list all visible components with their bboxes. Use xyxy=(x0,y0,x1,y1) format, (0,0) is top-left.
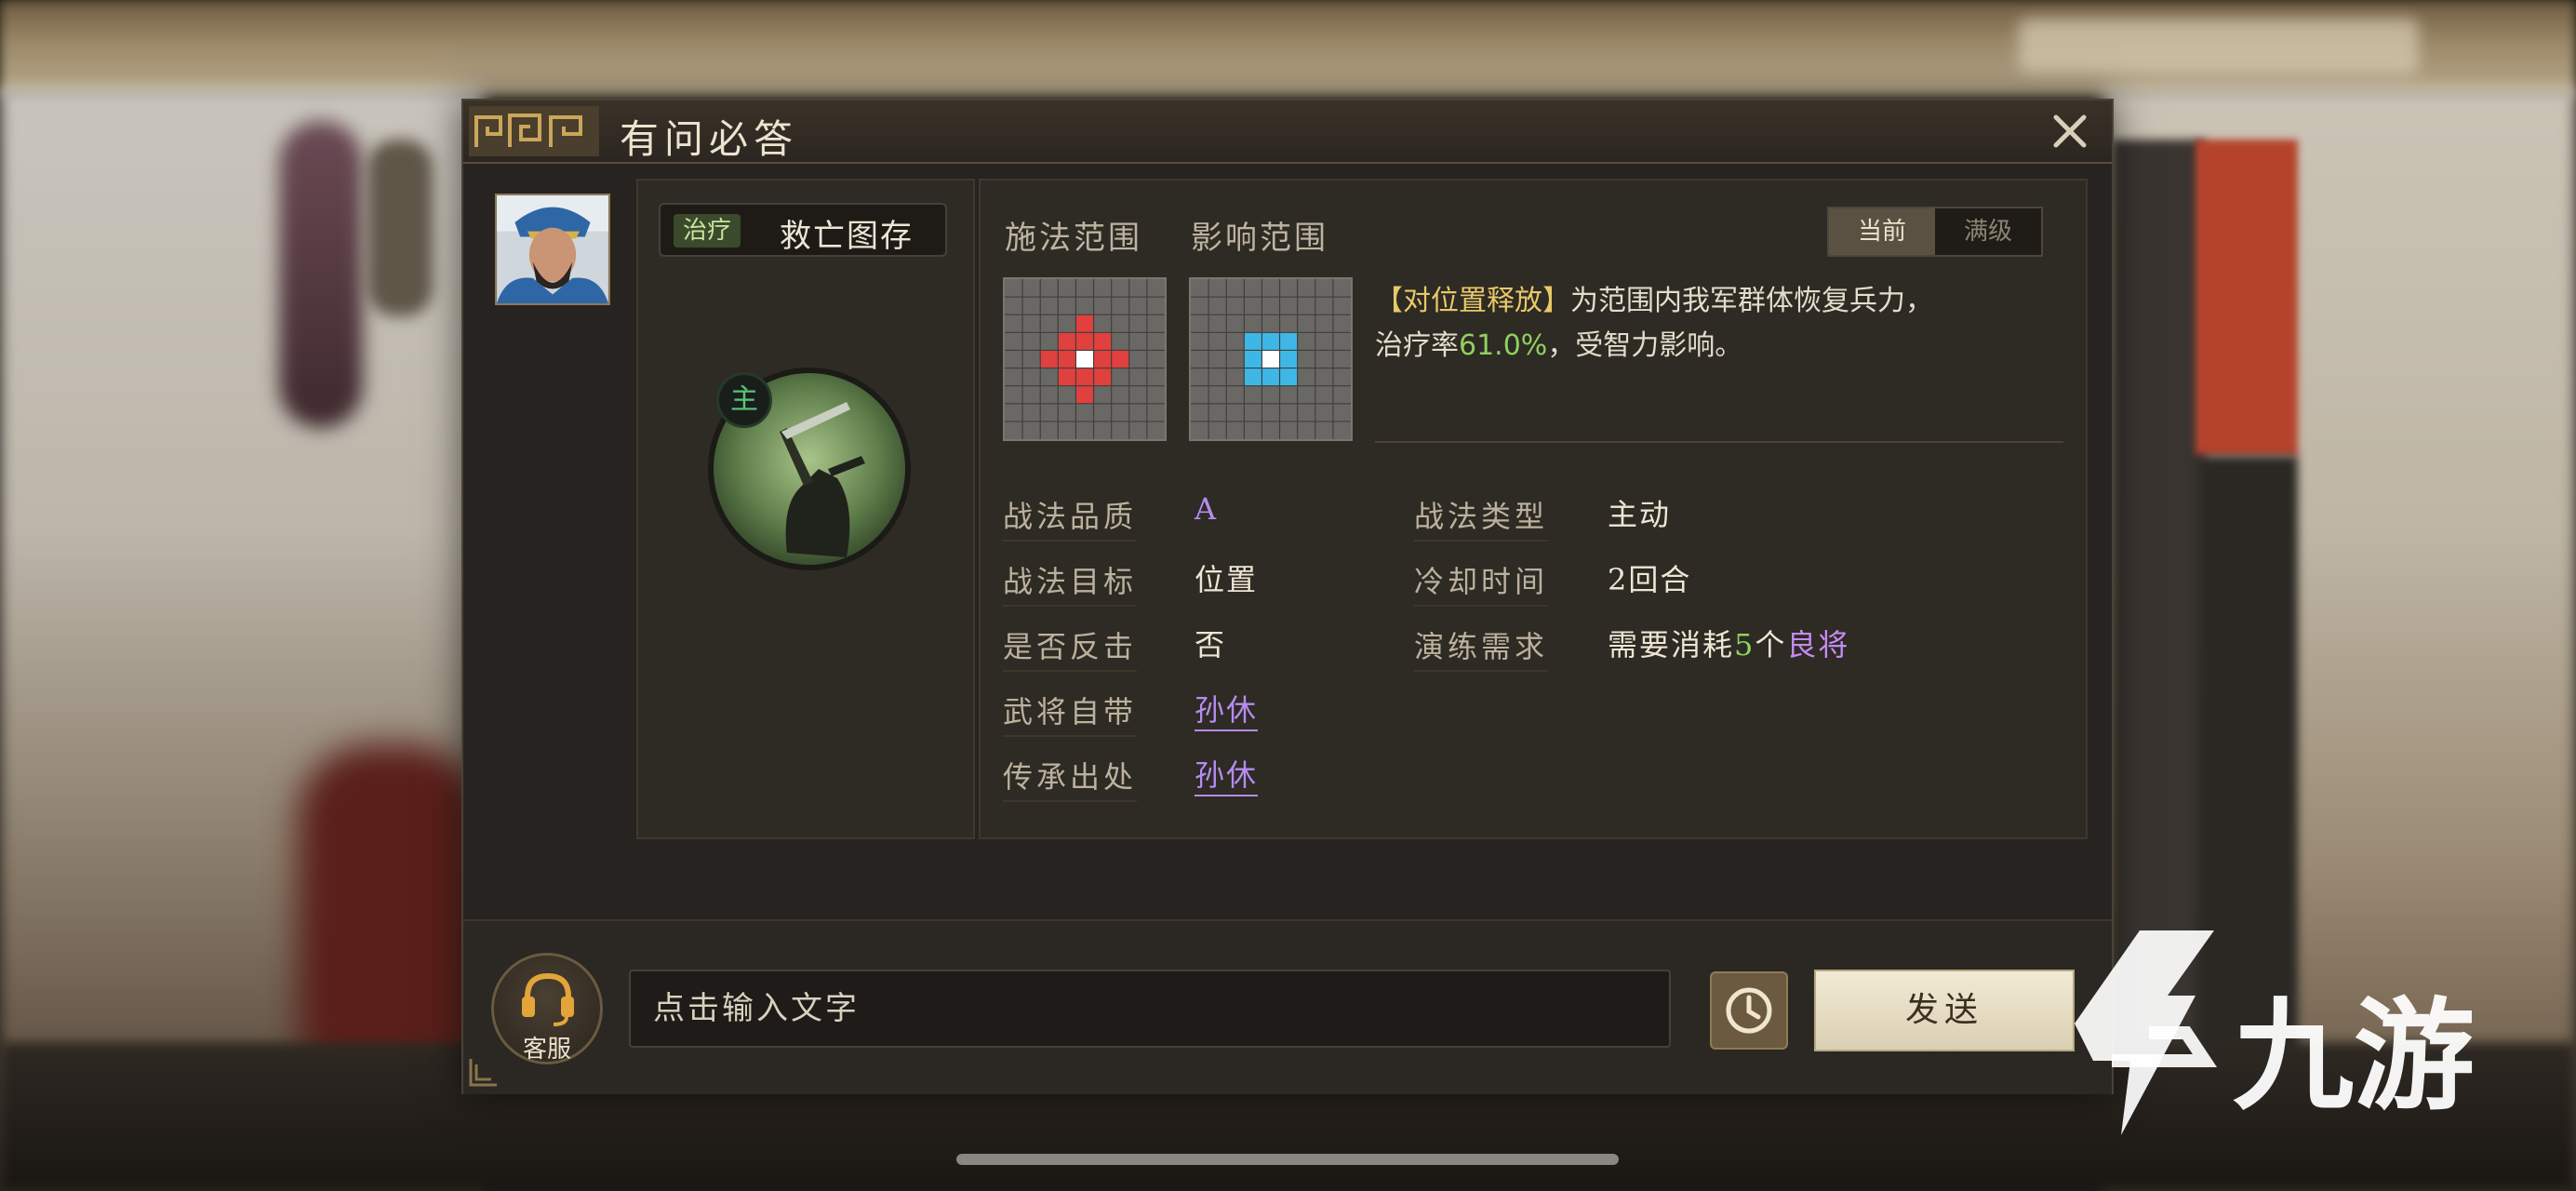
heal-rate: 61.0% xyxy=(1459,329,1548,362)
customer-service-button[interactable]: 客服 xyxy=(491,953,603,1064)
cast-range-cell xyxy=(1111,350,1129,368)
training-label: 演练需求 xyxy=(1414,623,1549,672)
cast-range-cell xyxy=(1075,332,1094,351)
effect-range-cell xyxy=(1261,368,1280,386)
clock-icon xyxy=(1726,987,1772,1034)
description-text-1: 为范围内我军群体恢复兵力， xyxy=(1570,285,1933,317)
watermark-logo: 九游 xyxy=(2075,930,2475,1135)
description-text-3: ，受智力影响。 xyxy=(1547,329,1743,362)
cast-range-cell xyxy=(1075,368,1094,386)
cast-range-cell xyxy=(1058,332,1076,351)
level-current-tab[interactable]: 当前 xyxy=(1829,208,1935,255)
effect-range-cell xyxy=(1244,332,1262,351)
effect-range-cell xyxy=(1244,368,1262,386)
cast-range-cell xyxy=(1058,368,1076,386)
target-value: 位置 xyxy=(1195,562,1259,597)
skill-name-box: 治疗 救亡图存 xyxy=(659,203,947,257)
headset-icon xyxy=(522,972,574,1026)
skill-name: 救亡图存 xyxy=(780,218,914,255)
inherit-link[interactable]: 孙休 xyxy=(1195,752,1259,796)
quality-value: A xyxy=(1195,491,1219,527)
training-unit: 个 xyxy=(1755,627,1787,662)
effect-range-cell xyxy=(1279,332,1298,351)
cast-range-cell xyxy=(1093,332,1112,351)
general-label: 武将自带 xyxy=(1003,689,1138,737)
description-keyword: 【对位置释放】 xyxy=(1375,285,1570,317)
header-ornament-icon xyxy=(469,106,599,156)
chat-input[interactable]: 点击输入文字 xyxy=(629,970,1671,1048)
description-text-2: 治疗率 xyxy=(1375,329,1459,362)
cast-range-label: 施法范围 xyxy=(1005,220,1142,257)
skill-panel: 治疗 救亡图存 主 xyxy=(636,179,975,839)
home-indicator[interactable] xyxy=(956,1154,1619,1165)
skill-type-tag: 治疗 xyxy=(674,214,741,248)
watermark-text: 九游 xyxy=(2233,985,2475,1127)
effect-range-label: 影响范围 xyxy=(1191,220,1328,257)
divider xyxy=(1375,441,2063,443)
dialog-title: 有问必答 xyxy=(620,116,799,162)
general-link[interactable]: 孙休 xyxy=(1195,687,1259,731)
effect-range-cell xyxy=(1279,350,1298,368)
training-count: 5 xyxy=(1734,627,1755,662)
training-prefix: 需要消耗 xyxy=(1608,627,1735,662)
cooldown-value: 2回合 xyxy=(1608,562,1692,597)
cast-range-cell xyxy=(1075,314,1094,333)
dialog-header: 有问必答 xyxy=(463,100,2112,164)
level-max-tab[interactable]: 满级 xyxy=(1935,208,2041,255)
level-toggle: 当前 满级 xyxy=(1827,207,2043,257)
corner-ornament-icon xyxy=(469,1059,497,1087)
training-item-link[interactable]: 良将 xyxy=(1786,627,1849,662)
cast-range-cell xyxy=(1040,350,1059,368)
counter-label: 是否反击 xyxy=(1003,623,1138,672)
dialog-content: 治疗 救亡图存 主 施法范围 影响范围 当前 满级 【对位置释放】为范围内我军群… xyxy=(469,179,2088,923)
main-skill-badge: 主 xyxy=(716,372,772,428)
cast-range-cell xyxy=(1093,368,1112,386)
quality-label: 战法品质 xyxy=(1003,493,1138,542)
general-portrait[interactable] xyxy=(495,194,610,305)
chat-bar: 客服 点击输入文字 发送 xyxy=(463,919,2112,1094)
qa-dialog: 有问必答 治疗 救亡图存 主 施法范围 影响范围 当前 满级 【对位置释放】为范… xyxy=(461,99,2114,1094)
inherit-label: 传承出处 xyxy=(1003,754,1138,802)
close-icon[interactable] xyxy=(2049,110,2091,153)
effect-range-cell xyxy=(1244,350,1262,368)
effect-range-grid xyxy=(1189,277,1353,441)
type-value: 主动 xyxy=(1608,497,1672,532)
effect-range-cell xyxy=(1261,332,1280,351)
cast-range-cell xyxy=(1075,385,1094,404)
skill-info-panel: 施法范围 影响范围 当前 满级 【对位置释放】为范围内我军群体恢复兵力， 治疗率… xyxy=(979,179,2088,839)
cooldown-label: 冷却时间 xyxy=(1414,558,1549,607)
grid-center-cell xyxy=(1075,350,1094,368)
effect-range-cell xyxy=(1279,368,1298,386)
skill-description: 【对位置释放】为范围内我军群体恢复兵力， 治疗率61.0%，受智力影响。 xyxy=(1375,279,2063,368)
target-label: 战法目标 xyxy=(1003,558,1138,607)
cast-range-cell xyxy=(1093,350,1112,368)
cast-range-grid xyxy=(1003,277,1167,441)
grid-center-cell xyxy=(1261,350,1280,368)
training-value: 需要消耗5个良将 xyxy=(1608,622,1849,664)
send-button[interactable]: 发送 xyxy=(1814,970,2075,1051)
customer-service-label: 客服 xyxy=(522,1036,571,1064)
cast-range-cell xyxy=(1058,350,1076,368)
type-label: 战法类型 xyxy=(1414,493,1549,542)
counter-value: 否 xyxy=(1195,627,1227,662)
history-button[interactable] xyxy=(1710,971,1788,1050)
